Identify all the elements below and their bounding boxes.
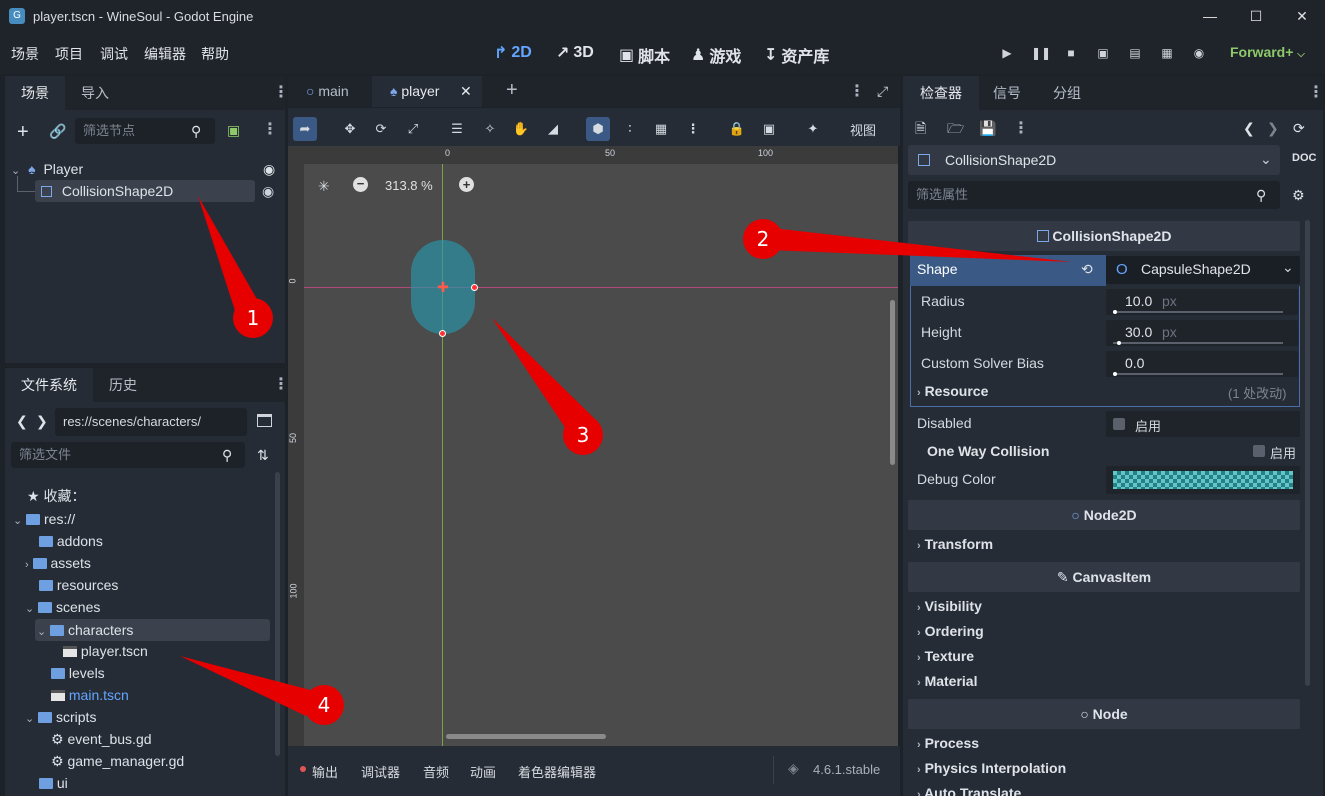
annotation-marker-2: 2	[743, 219, 783, 259]
annotation-marker-3: 3	[563, 415, 603, 455]
arrow-2	[768, 228, 1072, 262]
annotation-marker-4: 4	[304, 685, 344, 725]
annotation-arrows	[180, 196, 1072, 716]
arrow-4	[180, 656, 318, 716]
annotation-marker-1: 1	[233, 298, 273, 338]
